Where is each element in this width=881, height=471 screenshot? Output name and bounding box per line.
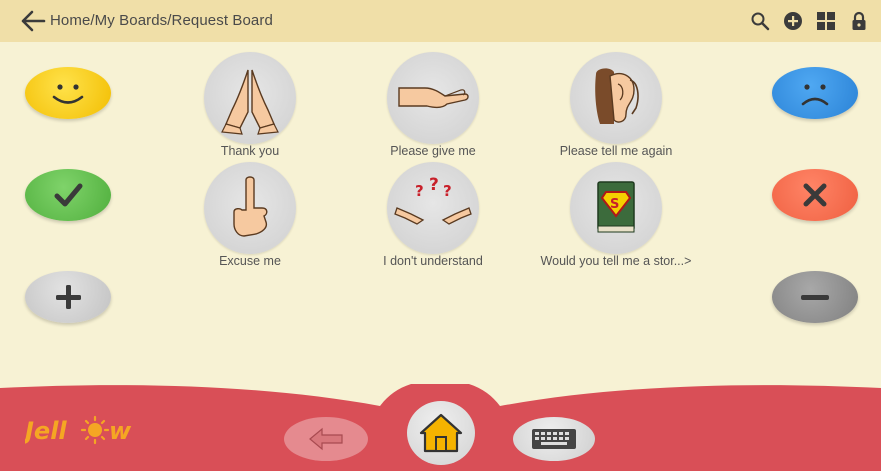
tile-excuse-me[interactable]: Excuse me bbox=[150, 152, 350, 268]
ear-icon bbox=[595, 68, 639, 124]
home-icon bbox=[419, 413, 463, 453]
svg-text:w: w bbox=[109, 417, 132, 445]
question-hands-icon: ? ? ? bbox=[394, 175, 472, 225]
board-area: Thank you Please give me Please tell me … bbox=[0, 42, 881, 387]
tile-would-you-tell-me-a-story[interactable]: S Would you tell me a stor...> bbox=[516, 152, 716, 268]
back-arrow-icon[interactable] bbox=[20, 9, 46, 33]
tile-image bbox=[204, 162, 296, 254]
no-button[interactable] bbox=[772, 169, 858, 221]
tile-label: Excuse me bbox=[219, 254, 281, 268]
plus-icon bbox=[56, 285, 81, 309]
svg-text:?: ? bbox=[415, 182, 424, 200]
back-arrow-icon bbox=[309, 427, 343, 451]
open-hand-icon bbox=[398, 87, 469, 109]
tile-thank-you[interactable]: Thank you bbox=[150, 42, 350, 158]
tile-image: ? ? ? bbox=[387, 162, 479, 254]
tile-image bbox=[570, 52, 662, 144]
minus-icon bbox=[801, 295, 829, 300]
folded-hands-icon bbox=[221, 69, 279, 135]
tile-i-dont-understand[interactable]: ? ? ? I don't understand bbox=[333, 152, 533, 268]
lock-icon[interactable] bbox=[849, 11, 869, 31]
like-button[interactable] bbox=[25, 67, 111, 119]
tile-image bbox=[204, 52, 296, 144]
storybook-icon: S bbox=[597, 181, 635, 233]
add-icon[interactable] bbox=[783, 11, 803, 31]
grid-icon[interactable] bbox=[816, 11, 836, 31]
tile-image bbox=[387, 52, 479, 144]
more-button[interactable] bbox=[25, 271, 111, 323]
raised-finger-icon bbox=[233, 176, 268, 237]
jellow-logo: Jell w bbox=[25, 415, 132, 445]
tile-label: I don't understand bbox=[383, 254, 483, 268]
cross-icon bbox=[803, 183, 827, 207]
home-button[interactable] bbox=[407, 401, 475, 465]
yes-button[interactable] bbox=[25, 169, 111, 221]
svg-text:S: S bbox=[610, 197, 619, 212]
svg-text:?: ? bbox=[443, 182, 452, 200]
tile-please-give-me[interactable]: Please give me bbox=[333, 42, 533, 158]
keyboard-icon bbox=[532, 429, 576, 449]
check-icon bbox=[54, 183, 83, 207]
svg-text:?: ? bbox=[429, 175, 439, 195]
dislike-button[interactable] bbox=[772, 67, 858, 119]
back-button[interactable] bbox=[284, 417, 368, 461]
tile-label: Would you tell me a stor...> bbox=[540, 254, 692, 268]
svg-text:Jell: Jell bbox=[25, 417, 67, 445]
tile-image: S bbox=[570, 162, 662, 254]
breadcrumb: Home/My Boards/Request Board bbox=[50, 12, 273, 29]
less-button[interactable] bbox=[772, 271, 858, 323]
top-bar: Home/My Boards/Request Board bbox=[0, 0, 881, 42]
frown-icon bbox=[801, 84, 829, 106]
smiley-icon bbox=[52, 84, 84, 104]
tile-please-tell-me-again[interactable]: Please tell me again bbox=[516, 42, 716, 158]
keyboard-button[interactable] bbox=[513, 417, 595, 461]
search-icon[interactable] bbox=[750, 11, 770, 31]
